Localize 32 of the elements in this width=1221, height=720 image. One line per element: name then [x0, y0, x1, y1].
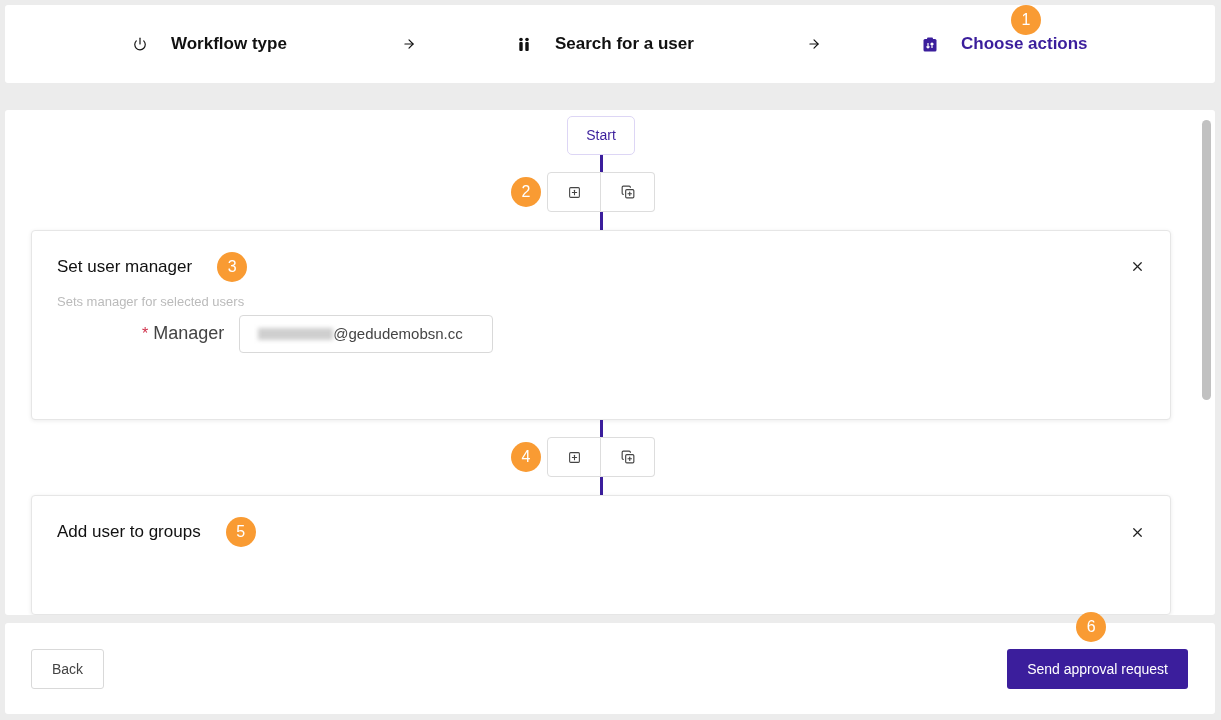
callout-badge: 2 — [511, 177, 541, 208]
copy-plus-icon — [620, 185, 635, 200]
callout-badge: 4 — [511, 442, 541, 473]
action-title: Add user to groups — [57, 522, 201, 542]
add-action-button[interactable] — [547, 172, 601, 213]
action-description: Sets manager for selected users — [57, 293, 246, 309]
add-group-button[interactable] — [601, 437, 655, 478]
copy-plus-icon — [620, 450, 635, 465]
people-icon — [517, 37, 531, 51]
field-label: Manager — [153, 323, 225, 345]
start-node: Start — [567, 116, 635, 155]
step-tab[interactable]: Search for a user — [517, 34, 694, 54]
scrollbar[interactable] — [1201, 120, 1211, 400]
callout-badge: 6 — [1076, 611, 1107, 642]
callout-badge: 1 — [1011, 5, 1041, 35]
add-group-button[interactable] — [601, 172, 655, 213]
square-plus-icon — [567, 185, 581, 199]
power-icon — [133, 37, 147, 51]
step-tab[interactable]: Workflow type — [133, 34, 287, 54]
back-button[interactable]: Back — [31, 648, 104, 689]
manager-field[interactable]: @gedudemobsn.cc — [239, 314, 494, 353]
action-title: Set user manager — [57, 256, 193, 277]
callout-badge: 5 — [225, 517, 256, 547]
callout-badge: 3 — [217, 251, 248, 282]
square-plus-icon — [567, 450, 581, 464]
arrow-icon — [807, 37, 821, 51]
send-request-button[interactable]: Send approval request — [1007, 648, 1188, 689]
field-value: @gedudemobsn.cc — [333, 325, 463, 343]
clipboard-icon — [923, 36, 937, 52]
step-tab[interactable]: Choose actions — [923, 34, 1088, 54]
add-action-button[interactable] — [547, 437, 601, 478]
required-mark: * — [142, 324, 149, 343]
